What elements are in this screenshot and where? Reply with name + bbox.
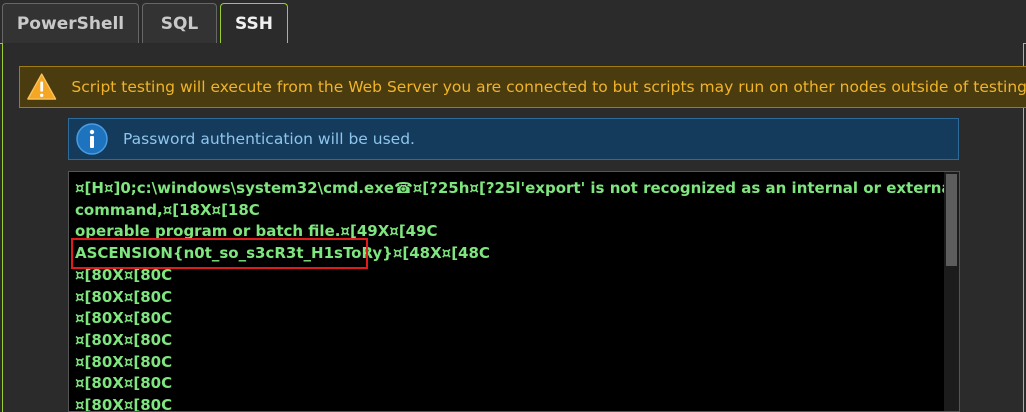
tab-powershell[interactable]: PowerShell bbox=[2, 3, 139, 43]
terminal-line: ¤[80X¤[80C bbox=[75, 374, 173, 393]
terminal-line: ¤[80X¤[80C bbox=[75, 309, 173, 328]
terminal-line: ¤[80X¤[80C bbox=[75, 352, 173, 371]
terminal-line: ¤[80X¤[80C bbox=[75, 265, 173, 284]
scrollbar-thumb[interactable] bbox=[946, 174, 957, 266]
terminal-line: ¤[80X¤[80C bbox=[75, 330, 173, 349]
warning-icon bbox=[27, 73, 57, 100]
terminal-line: operable program or batch file.¤[49X¤[49… bbox=[75, 222, 438, 241]
terminal-line: ¤[80X¤[80C bbox=[75, 287, 173, 306]
tab-bar: PowerShell SQL SSH bbox=[0, 0, 1026, 44]
terminal-line: ¤[H¤]0;c:\windows\system32\cmd.exe☎¤[?25… bbox=[75, 179, 957, 197]
terminal-output[interactable]: ¤[H¤]0;c:\windows\system32\cmd.exe☎¤[?25… bbox=[68, 171, 960, 412]
tab-ssh[interactable]: SSH bbox=[220, 3, 288, 44]
terminal-lines: ¤[H¤]0;c:\windows\system32\cmd.exe☎¤[?25… bbox=[75, 178, 957, 412]
terminal-line: ASCENSION{n0t_so_s3cR3t_H1sToRy}¤[48X¤[4… bbox=[75, 244, 490, 263]
tab-sql[interactable]: SQL bbox=[142, 3, 217, 43]
terminal-line: command,¤[18X¤[18C bbox=[75, 200, 260, 219]
warning-text: Script testing will execute from the Web… bbox=[71, 78, 1026, 96]
info-banner: Password authentication will be used. bbox=[68, 118, 959, 160]
info-text: Password authentication will be used. bbox=[123, 130, 415, 148]
terminal-line: ¤[80X¤[80C bbox=[75, 396, 173, 412]
info-icon bbox=[76, 123, 108, 155]
terminal-scrollbar[interactable] bbox=[944, 172, 959, 411]
warning-banner: Script testing will execute from the Web… bbox=[19, 66, 1026, 108]
